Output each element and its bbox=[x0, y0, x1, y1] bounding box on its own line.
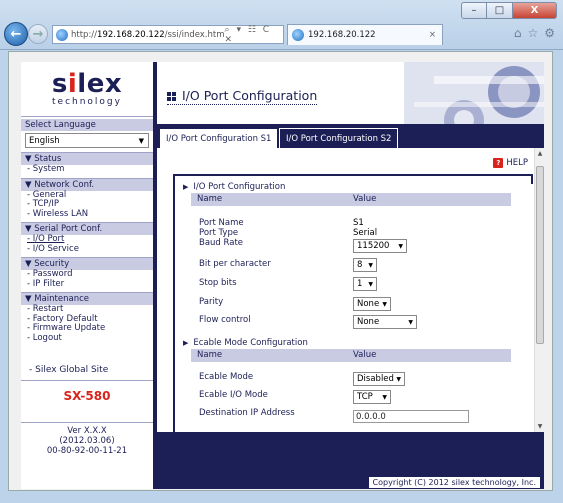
nav-group-network: ▼ Network Conf. - General - TCP/IP - Wir… bbox=[21, 177, 153, 220]
nav-group-security: ▼ Security - Password - IP Filter bbox=[21, 257, 153, 289]
left-nav: silex technology Select Language English… bbox=[21, 62, 155, 489]
page-header: I/O Port Configuration bbox=[157, 62, 544, 124]
config-frame: I/O Port Configuration Name Value Port N… bbox=[173, 174, 533, 432]
nav-link-io-service[interactable]: - I/O Service bbox=[21, 244, 153, 255]
maximize-button[interactable]: □ bbox=[487, 2, 513, 19]
table-header: Name Value bbox=[191, 349, 511, 362]
chevron-down-icon: ▼ bbox=[396, 375, 401, 383]
close-window-button[interactable]: X bbox=[513, 2, 557, 19]
column-name: Name bbox=[197, 194, 223, 204]
baud-rate-select[interactable]: 115200 ▼ bbox=[353, 239, 407, 253]
browser-chrome: – □ X ← → http://192.168.20.122/ssi/inde… bbox=[0, 0, 563, 50]
section-heading-ecable: Ecable Mode Configuration bbox=[183, 338, 307, 348]
chevron-down-icon: ▼ bbox=[368, 261, 373, 269]
scroll-up-icon[interactable]: ▲ bbox=[535, 150, 544, 157]
stop-bits-select[interactable]: 1 ▼ bbox=[353, 277, 377, 291]
chevron-down-icon: ▼ bbox=[368, 280, 373, 288]
ie-page-icon bbox=[56, 28, 68, 41]
minimize-button[interactable]: – bbox=[461, 2, 487, 19]
column-name: Name bbox=[197, 350, 223, 360]
scroll-down-icon[interactable]: ▼ bbox=[535, 423, 544, 430]
nav-group-title[interactable]: ▼ Network Conf. bbox=[21, 178, 153, 191]
model-name: SX-580 bbox=[21, 380, 153, 410]
help-book-icon: ? bbox=[493, 158, 504, 168]
global-site-link[interactable]: - Silex Global Site bbox=[21, 365, 153, 375]
silex-logo: silex technology bbox=[21, 62, 153, 117]
nav-link-logout[interactable]: - Logout bbox=[21, 333, 153, 344]
config-content: ? HELP I/O Port Configuration Name Value… bbox=[157, 148, 544, 432]
chevron-down-icon: ▼ bbox=[408, 318, 413, 326]
mac-address: 00-80-92-00-11-21 bbox=[46, 446, 128, 456]
chevron-down-icon: ▼ bbox=[382, 393, 387, 401]
chevron-down-icon: ▼ bbox=[138, 136, 144, 145]
ecable-io-mode-select[interactable]: TCP ▼ bbox=[353, 390, 391, 404]
window-controls: – □ X bbox=[461, 2, 557, 19]
chevron-down-icon: ▼ bbox=[382, 300, 387, 308]
forward-button[interactable]: → bbox=[28, 24, 48, 44]
ecable-mode-select[interactable]: Disabled ▼ bbox=[353, 372, 405, 386]
page-title: I/O Port Configuration bbox=[167, 88, 318, 105]
chevron-down-icon: ▼ bbox=[398, 242, 403, 250]
toolbar-icons: ⌂ ☆ ⚙ bbox=[514, 26, 555, 40]
section-heading-io-port: I/O Port Configuration bbox=[183, 182, 285, 192]
web-viewport: silex technology Select Language English… bbox=[21, 62, 544, 489]
bits-select[interactable]: 8 ▼ bbox=[353, 258, 377, 272]
address-tools-icons[interactable]: ⌕ ▾ ☷ C ✕ bbox=[225, 25, 283, 45]
table-header: Name Value bbox=[191, 193, 511, 206]
version-info: Ver X.X.X (2012.03.06) 00-80-92-00-11-21 bbox=[21, 422, 153, 456]
logo-wordmark: silex bbox=[51, 69, 123, 99]
url-host: 192.168.20.122 bbox=[97, 29, 165, 40]
back-button[interactable]: ← bbox=[4, 22, 28, 46]
nav-group-serial: ▼ Serial Port Conf. - I/O Port - I/O Ser… bbox=[21, 222, 153, 254]
flow-control-select[interactable]: None ▼ bbox=[353, 315, 417, 329]
browser-tab[interactable]: 192.168.20.122 × bbox=[287, 24, 443, 45]
copyright: Copyright (C) 2012 silex technology, Inc… bbox=[368, 477, 540, 488]
url-path: /ssi/index.htm bbox=[164, 29, 225, 40]
help-link[interactable]: ? HELP bbox=[493, 158, 528, 168]
tab-io-port-s2[interactable]: I/O Port Configuration S2 bbox=[279, 128, 399, 148]
nav-link-ip-filter[interactable]: - IP Filter bbox=[21, 279, 153, 290]
page-area: silex technology Select Language English… bbox=[8, 51, 553, 491]
scroll-thumb[interactable] bbox=[536, 166, 544, 344]
gear-icon[interactable]: ⚙ bbox=[544, 26, 555, 40]
content-scrollbar[interactable]: ▲ ▼ bbox=[534, 148, 544, 432]
column-value: Value bbox=[353, 194, 377, 204]
url-prefix: http:// bbox=[71, 29, 98, 40]
tab-close-icon[interactable]: × bbox=[429, 30, 436, 40]
address-bar[interactable]: http://192.168.20.122/ssi/index.htm ⌕ ▾ … bbox=[52, 25, 284, 45]
grid-icon bbox=[167, 92, 176, 101]
nav-group-maintenance: ▼ Maintenance - Restart - Factory Defaul… bbox=[21, 292, 153, 343]
tab-io-port-s1[interactable]: I/O Port Configuration S1 bbox=[159, 128, 279, 148]
tab-favicon-icon bbox=[292, 29, 304, 41]
config-tabs: I/O Port Configuration S1 I/O Port Confi… bbox=[157, 124, 544, 148]
language-label: Select Language bbox=[21, 119, 153, 131]
column-value: Value bbox=[353, 350, 377, 360]
nav-group-status: ▼ Status - System bbox=[21, 152, 153, 175]
page-footer: Copyright (C) 2012 silex technology, Inc… bbox=[157, 432, 544, 489]
nav-link-system[interactable]: - System bbox=[21, 164, 153, 175]
header-decoration-icon bbox=[404, 62, 544, 124]
parity-select[interactable]: None ▼ bbox=[353, 297, 391, 311]
tab-title: 192.168.20.122 bbox=[308, 30, 376, 40]
version-number: Ver X.X.X bbox=[67, 426, 107, 436]
destination-ip-input[interactable]: 0.0.0.0 bbox=[353, 410, 469, 423]
language-select[interactable]: English ▼ bbox=[25, 133, 149, 148]
version-date: (2012.03.06) bbox=[59, 436, 115, 446]
star-icon[interactable]: ☆ bbox=[527, 26, 538, 40]
home-icon[interactable]: ⌂ bbox=[514, 26, 522, 40]
nav-link-wireless-lan[interactable]: - Wireless LAN bbox=[21, 209, 153, 220]
logo-subtitle: technology bbox=[52, 97, 122, 107]
